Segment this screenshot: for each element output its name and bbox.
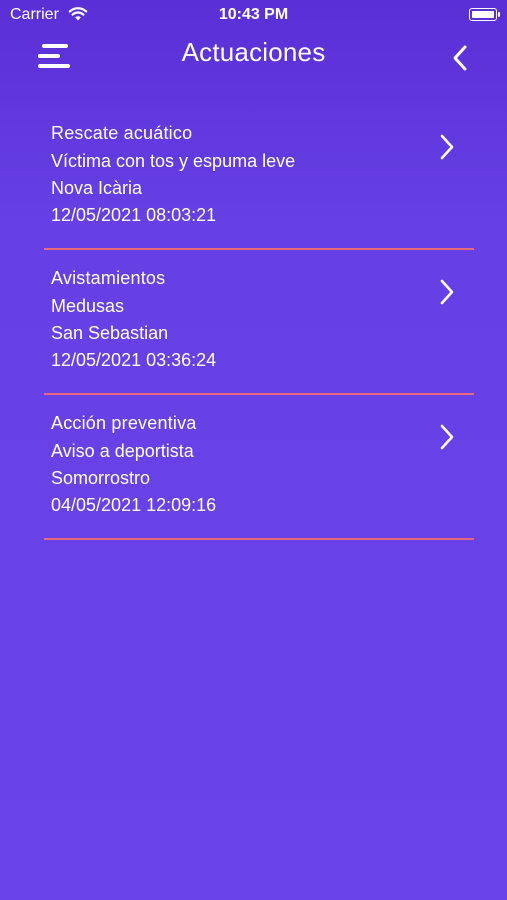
list-item[interactable]: Rescate acuático Víctima con tos y espum… [44,105,474,250]
chevron-left-icon [453,45,467,71]
item-datetime: 12/05/2021 08:03:21 [51,205,217,225]
item-datetime: 04/05/2021 12:09:16 [51,495,217,515]
item-detail: Medusas [51,296,125,316]
item-detail: Víctima con tos y espuma leve [51,151,296,171]
list-item[interactable]: Avistamientos Medusas San Sebastian 12/0… [44,250,474,395]
status-time: 10:43 PM [218,6,289,23]
navigation-bar: Actuaciones [0,30,507,80]
actions-list: Rescate acuático Víctima con tos y espum… [44,105,474,540]
status-bar: Carrier 10:43 PM [0,0,507,30]
item-detail: Aviso a deportista [51,441,194,461]
battery-icon [469,8,500,21]
item-datetime: 12/05/2021 03:36:24 [51,350,217,370]
chevron-right-icon [440,424,454,450]
list-item[interactable]: Acción preventiva Aviso a deportista Som… [44,395,474,540]
item-title: Acción preventiva [51,413,197,433]
item-location: San Sebastian [51,323,169,343]
back-button[interactable] [445,42,477,74]
item-title: Avistamientos [51,268,166,288]
chevron-right-icon [440,134,454,160]
item-location: Somorrostro [51,468,151,488]
chevron-right-icon [440,279,454,305]
page-title: Actuaciones [181,37,326,67]
item-location: Nova Icària [51,178,143,198]
item-title: Rescate acuático [51,123,193,143]
